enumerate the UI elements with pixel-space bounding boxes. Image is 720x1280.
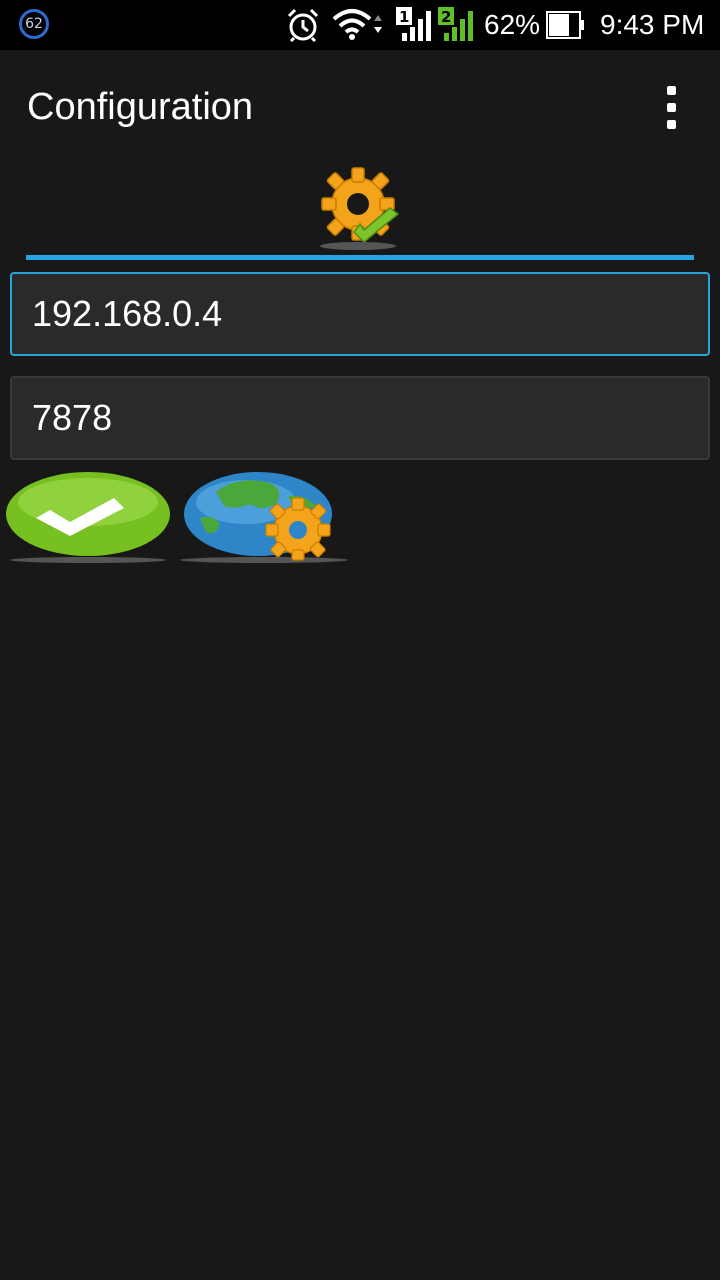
globe-gear-button-icon [176, 472, 352, 569]
tab-configuration[interactable] [26, 162, 694, 262]
status-bar: 62 1 2 62% 9:43 PM [0, 0, 720, 50]
overflow-menu-icon[interactable] [656, 82, 686, 134]
sim2-label: 2 [441, 8, 451, 26]
sim1-label: 1 [399, 8, 409, 26]
battery-percent: 62% [484, 9, 541, 40]
signal-sim2-icon: 2 [438, 7, 476, 48]
tab-indicator [26, 255, 694, 260]
confirm-button[interactable] [2, 466, 172, 566]
port-input[interactable] [10, 376, 710, 460]
notification-badge: 62 [19, 9, 49, 39]
clock: 9:43 PM [600, 9, 705, 40]
network-settings-button[interactable] [176, 466, 352, 566]
battery-icon [546, 11, 586, 44]
signal-sim1-icon: 1 [396, 7, 434, 48]
host-address-input[interactable] [10, 272, 710, 356]
green-check-button-icon [2, 472, 172, 569]
gear-check-icon [318, 166, 404, 257]
alarm-icon [285, 7, 321, 48]
wifi-icon [332, 7, 386, 48]
page-title: Configuration [27, 86, 254, 128]
